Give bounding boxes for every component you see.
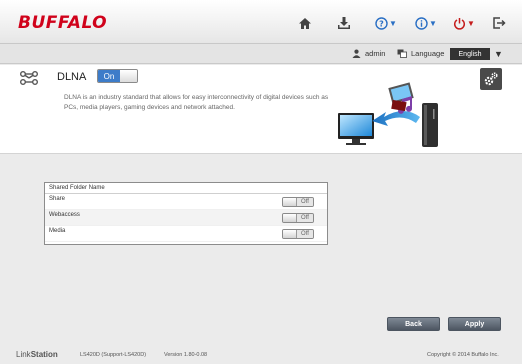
- dlna-toggle[interactable]: On: [97, 69, 138, 83]
- model-text: LS420D (Support-LS420D): [80, 352, 147, 358]
- dlna-description: DLNA is an industry standard that allows…: [64, 94, 329, 111]
- home-icon[interactable]: [296, 14, 314, 32]
- info-icon[interactable]: ▼: [414, 14, 438, 32]
- top-header: BUFFALO ? ▼ ▼ ▼: [0, 0, 522, 44]
- shared-folder-table: Shared Folder Name Share Off Webaccess O…: [44, 182, 328, 245]
- toggle-knob: [120, 70, 137, 82]
- language-label-group: Language: [397, 49, 444, 58]
- toggle-label: Off: [297, 198, 313, 206]
- apply-button[interactable]: Apply: [448, 317, 501, 331]
- dlna-illustration: [338, 82, 438, 147]
- share-toggle[interactable]: Off: [282, 197, 314, 207]
- table-row: Media Off: [45, 226, 327, 242]
- help-icon[interactable]: ? ▼: [374, 14, 398, 32]
- table-row: Webaccess Off: [45, 210, 327, 226]
- toggle-knob: [283, 198, 297, 206]
- back-button[interactable]: Back: [387, 317, 440, 331]
- folder-name: Webaccess: [49, 212, 80, 218]
- table-header: Shared Folder Name: [45, 183, 327, 194]
- page-title: DLNA: [57, 71, 87, 83]
- toggle-label: Off: [297, 230, 313, 238]
- chevron-down-icon: ▼: [389, 18, 397, 28]
- svg-text:?: ?: [379, 19, 384, 28]
- toggle-knob: [283, 230, 297, 238]
- webaccess-toggle[interactable]: Off: [282, 213, 314, 223]
- user-menu[interactable]: admin: [352, 49, 385, 58]
- folder-name: Media: [49, 228, 66, 234]
- settings-button[interactable]: [480, 68, 502, 90]
- toggle-label: On: [98, 70, 120, 82]
- media-toggle[interactable]: Off: [282, 229, 314, 239]
- user-icon: [352, 49, 361, 58]
- dlna-network-icon: [20, 71, 38, 85]
- language-icon: [397, 49, 407, 58]
- language-select[interactable]: English: [450, 48, 490, 60]
- chevron-down-icon[interactable]: ▼: [494, 49, 503, 59]
- toggle-label: Off: [297, 214, 313, 222]
- brand-link: Link: [16, 350, 31, 359]
- copyright-text: Copyright © 2014 Buffalo Inc.: [427, 352, 499, 358]
- linkstation-brand: LinkStation: [16, 350, 58, 359]
- logout-icon[interactable]: [490, 14, 508, 32]
- table-row: Share Off: [45, 194, 327, 210]
- user-bar: admin Language English ▼: [0, 44, 522, 64]
- folder-name: Share: [49, 196, 66, 202]
- toggle-knob: [283, 214, 297, 222]
- brand-station: Station: [30, 350, 58, 359]
- chevron-down-icon: ▼: [429, 18, 437, 28]
- chevron-down-icon: ▼: [467, 18, 475, 28]
- power-icon[interactable]: ▼: [452, 14, 476, 32]
- buffalo-logo: BUFFALO: [18, 13, 108, 33]
- download-icon[interactable]: [335, 14, 353, 32]
- dlna-panel: DLNA On DLNA is an industry standard tha…: [0, 65, 522, 154]
- username: admin: [365, 49, 386, 58]
- language-label: Language: [411, 49, 445, 58]
- gear-icon: [484, 72, 498, 86]
- version-text: Version 1.80-0.08: [164, 352, 208, 358]
